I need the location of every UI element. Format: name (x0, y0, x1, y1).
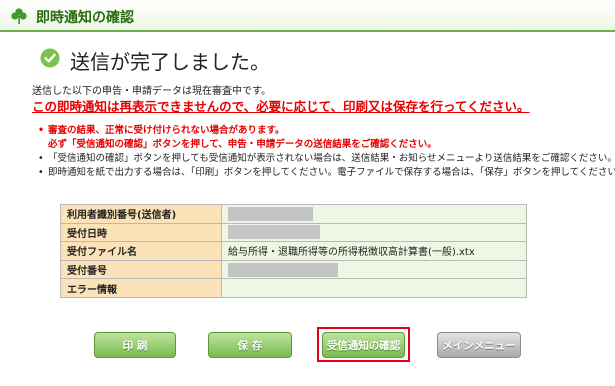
table-row: 受付日時 (60, 222, 527, 243)
row-value (221, 278, 527, 298)
table-row: エラー情報 (60, 278, 527, 298)
row-value: 給与所得・退職所得等の所得税徴収高計算書(一般).xtx (221, 241, 527, 261)
warning-text: この即時通知は再表示できませんので、必要に応じて、印刷又は保存を行ってください。 (32, 99, 530, 114)
note-line: 「受信通知の確認」ボタンを押しても受信通知が表示されない場合は、送信結果・お知ら… (48, 153, 615, 164)
redacted-value (228, 262, 338, 277)
row-label: 利用者識別番号(送信者) (60, 204, 222, 224)
row-label: 受付ファイル名 (60, 241, 222, 261)
intro-text: 送信した以下の申告・申請データは現在審査中です。 (32, 86, 271, 97)
reception-info-table: 利用者識別番号(送信者) 受付日時 受付ファイル名 給与所得・退職所得等の所得税… (60, 204, 527, 298)
row-value (221, 222, 527, 243)
notes-list: 審査の結果、正常に受け付けられない場合があります。 必ず「受信通知の確認」ボタン… (38, 124, 615, 180)
check-circle-icon (40, 48, 60, 68)
completion-message: 送信が完了しました。 (70, 50, 270, 74)
main-menu-button[interactable]: メインメニュー (437, 332, 521, 358)
clover-icon (11, 8, 27, 25)
redacted-value (228, 206, 313, 221)
check-receipt-button[interactable]: 受信通知の確認 (322, 332, 405, 358)
page-header: 即時通知の確認 (0, 0, 615, 32)
redacted-value (228, 225, 320, 240)
row-label: 受付日時 (60, 222, 222, 243)
note-line: 必ず「受信通知の確認」ボタンを押して、申告・申請データの送信結果をご確認ください… (48, 139, 437, 150)
table-row: 利用者識別番号(送信者) (60, 204, 527, 224)
row-label: エラー情報 (60, 278, 222, 298)
note-item: 即時通知を紙で出力する場合は、「印刷」ボタンを押してください。電子ファイルで保存… (38, 166, 615, 180)
note-item: 「受信通知の確認」ボタンを押しても受信通知が表示されない場合は、送信結果・お知ら… (38, 152, 615, 166)
note-line: 即時通知を紙で出力する場合は、「印刷」ボタンを押してください。電子ファイルで保存… (48, 167, 615, 178)
page-title: 即時通知の確認 (36, 10, 134, 26)
table-row: 受付ファイル名 給与所得・退職所得等の所得税徴収高計算書(一般).xtx (60, 241, 527, 261)
save-button[interactable]: 保 存 (208, 332, 292, 358)
row-label: 受付番号 (60, 259, 222, 280)
row-value (221, 259, 527, 280)
table-row: 受付番号 (60, 259, 527, 280)
note-item: 審査の結果、正常に受け付けられない場合があります。 必ず「受信通知の確認」ボタン… (38, 124, 608, 152)
row-value (221, 204, 527, 224)
note-line: 審査の結果、正常に受け付けられない場合があります。 (48, 125, 285, 136)
print-button[interactable]: 印 刷 (94, 332, 176, 358)
